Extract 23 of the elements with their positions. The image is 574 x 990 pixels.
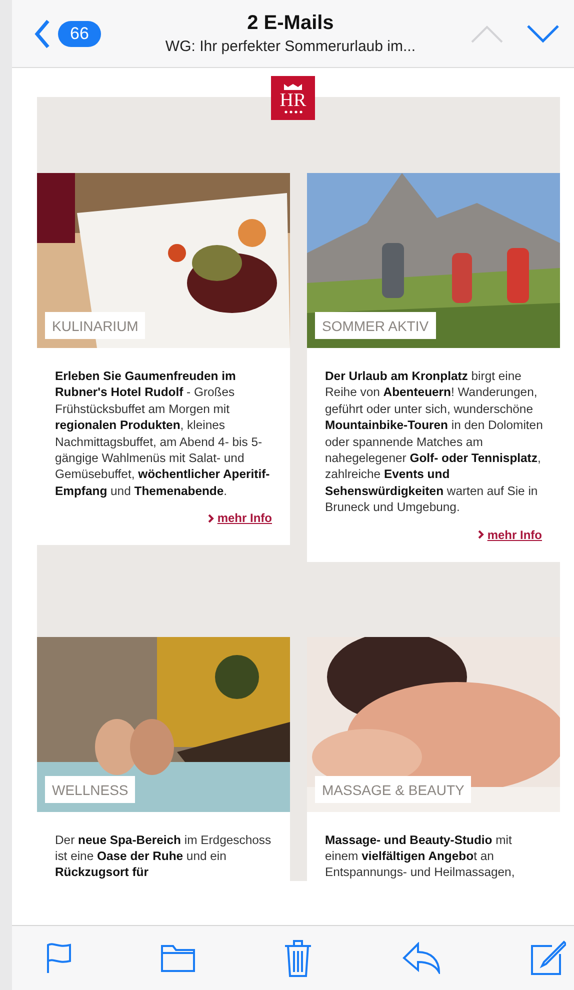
more-info-link[interactable]: mehr Info [208, 511, 272, 526]
chevron-icon [478, 530, 484, 540]
compose-icon[interactable] [530, 940, 566, 976]
folder-icon[interactable] [160, 944, 194, 972]
description-text: Massage- und Beauty-Studio mit einem vielfältigen Angebot an Entspannungs- und Heilmassagen, [324, 832, 516, 881]
down-chevron-icon[interactable] [526, 24, 560, 44]
description-text: Der Urlaub am Kronplatz birgt eine Reihe von Abenteuern! Wanderungen, geführt oder unter sich, wunderschöne Mountainbike-Touren in den Dolomiten oder spannende Matches am nahegelegener Golf- oder Tennisplatz, zahlreiche Events und Sehenswürdigkeiten warten auf Sie in Bruneck und Umgebung. [324, 368, 544, 516]
trash-icon[interactable] [283, 939, 313, 977]
flag-icon[interactable] [46, 942, 72, 974]
description-text: Der neue Spa-Bereich im Erdgeschoss ist eine Oase der Ruhe und ein Rückzugsort für [54, 832, 272, 881]
email-subject: WG: Ihr perfekter Sommerurlaub im... [165, 38, 416, 55]
hotel-logo: HR [271, 76, 315, 120]
category-label: KULINARIUM [45, 312, 146, 339]
unread-count-badge[interactable]: 66 [58, 20, 101, 46]
category-label: WELLNESS [45, 776, 136, 803]
chevron-icon [208, 514, 214, 523]
window-title: 2 E-Mails [247, 12, 334, 35]
reply-icon[interactable] [402, 942, 442, 974]
category-label: MASSAGE & BEAUTY [315, 776, 472, 803]
description-text: Erleben Sie Gaumenfreuden im Rubner's Hotel Rudolf - Großes Frühstücksbuffet am Morgen mit regionalen Produkten, kleines Nachmittagsbuffet, am Abend 4- bis 5-gängige Wahlmenüs mit Salat- und Gemüsebuffet, wöchentlicher Aperitif-Empfang und Themenabende. [54, 368, 271, 500]
more-info-link[interactable]: mehr Info [478, 528, 542, 542]
back-icon[interactable] [34, 18, 50, 48]
category-label: SOMMER AKTIV [315, 312, 436, 339]
